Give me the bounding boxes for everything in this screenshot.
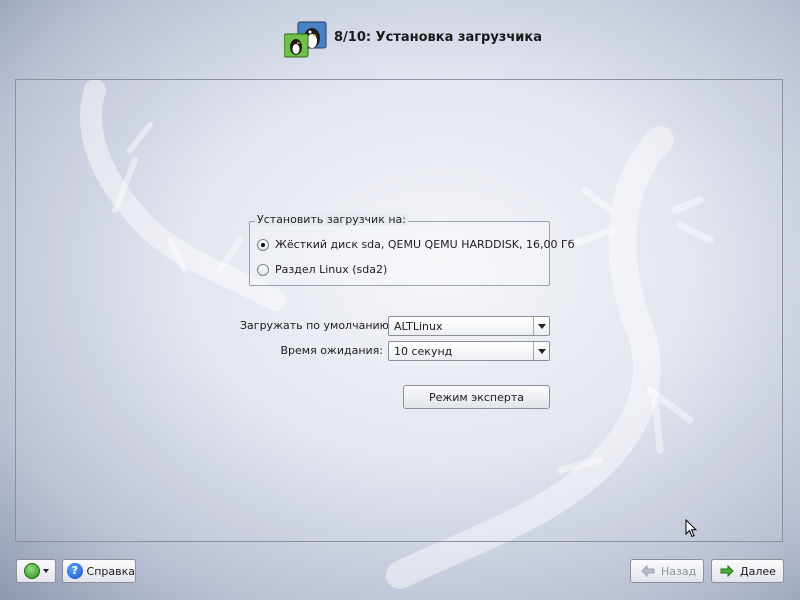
radio-button-checked[interactable] xyxy=(257,238,269,251)
radio-option-label: Жёсткий диск sda, QEMU QEMU HARDDISK, 16… xyxy=(275,238,575,251)
radio-option-partition[interactable]: Раздел Linux (sda2) xyxy=(257,263,387,276)
help-icon: ? xyxy=(67,563,83,579)
expert-mode-button[interactable]: Режим эксперта xyxy=(403,385,550,409)
menu-button[interactable] xyxy=(16,559,56,583)
radio-option-label: Раздел Linux (sda2) xyxy=(275,263,388,276)
radio-button-unchecked[interactable] xyxy=(257,263,269,276)
back-button[interactable]: Назад xyxy=(630,559,704,583)
next-button[interactable]: Далее xyxy=(711,559,784,583)
timeout-label: Время ожидания: xyxy=(280,344,383,357)
arrow-right-icon xyxy=(720,565,734,577)
help-button[interactable]: ? Справка xyxy=(62,559,136,583)
default-boot-select[interactable]: ALTLinux xyxy=(388,316,550,336)
default-boot-value: ALTLinux xyxy=(394,320,443,333)
radio-option-harddisk[interactable]: Жёсткий диск sda, QEMU QEMU HARDDISK, 16… xyxy=(257,238,575,251)
back-label: Назад xyxy=(661,564,697,578)
timeout-value: 10 секунд xyxy=(394,345,453,358)
plus-circle-icon xyxy=(23,563,40,579)
expert-mode-label: Режим эксперта xyxy=(428,390,525,404)
default-boot-label: Загружать по умолчанию: xyxy=(240,319,393,332)
next-label: Далее xyxy=(740,564,776,578)
bootloader-target-legend: Установить загрузчик на: xyxy=(255,213,408,226)
mouse-cursor-icon xyxy=(685,519,697,538)
caret-down-icon xyxy=(42,569,49,573)
step-title: 8/10: Установка загрузчика xyxy=(334,30,542,45)
bootloader-target-groupbox xyxy=(249,221,550,286)
installer-penguin-icon xyxy=(284,21,327,58)
help-label: Справка xyxy=(86,564,135,578)
main-panel xyxy=(15,79,783,542)
chevron-down-icon[interactable] xyxy=(533,342,549,360)
arrow-left-icon xyxy=(641,565,655,577)
chevron-down-icon[interactable] xyxy=(533,317,549,335)
header: 8/10: Установка загрузчика xyxy=(0,18,800,60)
timeout-select[interactable]: 10 секунд xyxy=(388,341,550,361)
